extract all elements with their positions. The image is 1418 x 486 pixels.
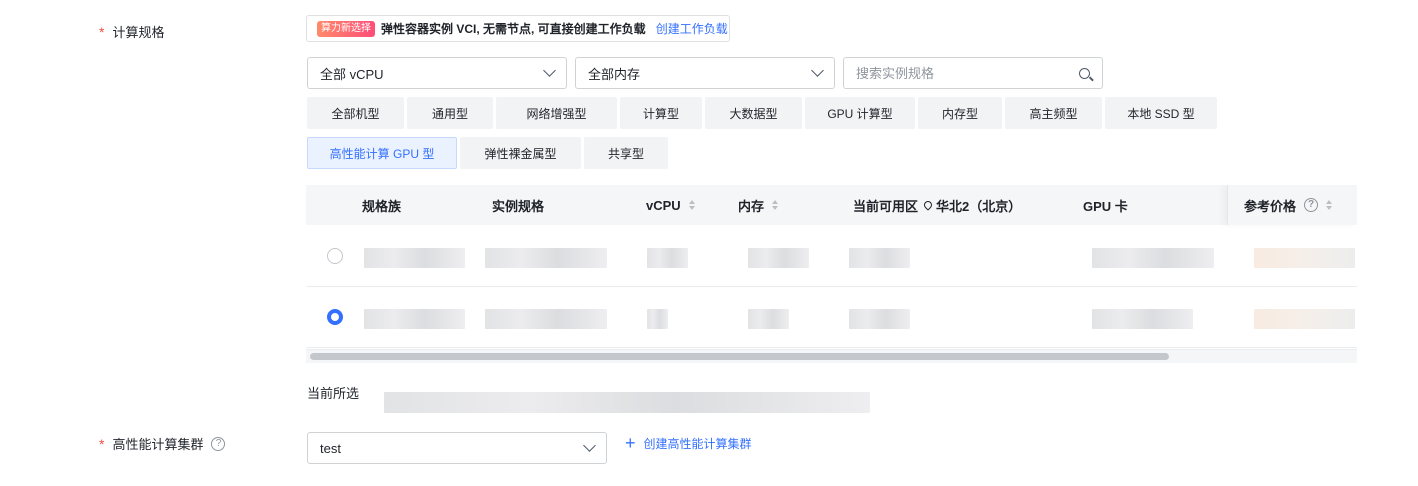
col-price-label: 参考价格 <box>1244 198 1297 214</box>
col-family: 规格族 <box>362 185 401 225</box>
memory-select[interactable]: 全部内存 <box>575 57 835 89</box>
hpc-cluster-select[interactable]: test <box>307 432 607 464</box>
col-zone-value: 华北2（北京） <box>936 198 1022 214</box>
redacted-family <box>364 248 465 268</box>
search-icon[interactable] <box>1079 67 1090 79</box>
chip-compute[interactable]: 计算型 <box>620 97 702 129</box>
memory-select-value: 全部内存 <box>588 66 641 82</box>
col-zone: 当前可用区 华北2（北京） <box>853 185 1021 225</box>
col-vcpu-label: vCPU <box>646 197 681 213</box>
scrollbar-thumb[interactable] <box>310 353 1169 360</box>
vci-promo-banner: 算力新选择 弹性容器实例 VCI, 无需节点, 可直接创建工作负载 创建工作负载 <box>306 15 730 42</box>
chip-hpc-gpu[interactable]: 高性能计算 GPU 型 <box>307 137 457 169</box>
col-family-label: 规格族 <box>362 198 402 214</box>
instance-type-chips-row2: 高性能计算 GPU 型 弹性裸金属型 共享型 <box>307 137 668 169</box>
compute-spec-label-text: 计算规格 <box>112 25 165 40</box>
chip-bigdata[interactable]: 大数据型 <box>705 97 802 129</box>
row-radio-selected[interactable] <box>327 309 343 325</box>
redacted-zone <box>849 248 910 268</box>
redacted-price <box>1254 309 1355 329</box>
redacted-gpu <box>1092 309 1193 329</box>
sort-icon[interactable] <box>688 200 695 210</box>
table-row[interactable] <box>306 287 1357 348</box>
chip-local-ssd[interactable]: 本地 SSD 型 <box>1105 97 1217 129</box>
sort-icon[interactable] <box>1326 200 1333 210</box>
redacted-vcpu <box>647 309 668 329</box>
create-hpc-cluster-label: 创建高性能计算集群 <box>643 436 752 451</box>
redacted-memory <box>748 309 789 329</box>
promo-badge: 算力新选择 <box>317 20 375 37</box>
table-header: 规格族 实例规格 vCPU 内存 当前可用区 华北2（北京） GPU 卡 参考价… <box>306 185 1357 225</box>
redacted-memory <box>748 248 809 268</box>
col-spec: 实例规格 <box>492 185 544 225</box>
plus-icon: + <box>625 433 636 453</box>
redacted-vcpu <box>647 248 688 268</box>
compute-spec-label: * 计算规格 <box>99 22 164 41</box>
hpc-cluster-label: * 高性能计算集群 ? <box>99 434 226 453</box>
col-vcpu[interactable]: vCPU <box>646 185 695 225</box>
hpc-cluster-label-text: 高性能计算集群 <box>112 437 204 452</box>
sort-icon[interactable] <box>772 200 779 210</box>
redacted-current-selection <box>384 392 870 413</box>
col-memory-label: 内存 <box>738 198 765 214</box>
col-spec-label: 实例规格 <box>492 198 545 214</box>
table-row[interactable] <box>306 226 1357 287</box>
help-icon[interactable]: ? <box>1304 198 1319 212</box>
vcpu-select[interactable]: 全部 vCPU <box>307 57 567 89</box>
create-workload-link[interactable]: 创建工作负载 <box>656 20 728 37</box>
row-radio[interactable] <box>327 248 343 264</box>
chip-gpu[interactable]: GPU 计算型 <box>805 97 915 129</box>
help-icon[interactable]: ? <box>211 436 226 451</box>
create-hpc-cluster-link[interactable]: + 创建高性能计算集群 <box>625 434 752 452</box>
chip-shared[interactable]: 共享型 <box>584 137 668 169</box>
col-price[interactable]: 参考价格 ? <box>1227 185 1357 225</box>
col-gpu: GPU 卡 <box>1083 185 1128 225</box>
chevron-down-icon <box>543 64 556 77</box>
required-mark: * <box>99 23 105 40</box>
chevron-down-icon <box>811 64 824 77</box>
horizontal-scrollbar[interactable] <box>306 349 1357 363</box>
instance-spec-table: 规格族 实例规格 vCPU 内存 当前可用区 华北2（北京） GPU 卡 参考价… <box>306 185 1357 363</box>
location-pin-icon <box>922 199 934 211</box>
promo-text: 弹性容器实例 VCI, 无需节点, 可直接创建工作负载 <box>381 22 646 36</box>
chevron-down-icon <box>583 439 596 452</box>
redacted-zone <box>849 309 910 329</box>
instance-type-chips: 全部机型 通用型 网络增强型 计算型 大数据型 GPU 计算型 内存型 高主频型… <box>307 97 1217 129</box>
col-memory[interactable]: 内存 <box>738 185 779 225</box>
redacted-price <box>1254 248 1355 268</box>
spec-search-input[interactable] <box>856 65 1056 81</box>
chip-high-freq[interactable]: 高主频型 <box>1005 97 1102 129</box>
chip-memory[interactable]: 内存型 <box>918 97 1002 129</box>
redacted-spec <box>485 248 607 268</box>
vcpu-select-value: 全部 vCPU <box>320 66 384 82</box>
col-zone-label: 当前可用区 <box>853 198 919 214</box>
redacted-spec <box>485 309 607 329</box>
col-gpu-label: GPU 卡 <box>1083 198 1128 214</box>
required-mark: * <box>99 435 105 452</box>
chip-all[interactable]: 全部机型 <box>307 97 404 129</box>
redacted-family <box>364 309 465 329</box>
spec-search <box>843 57 1103 89</box>
chip-network[interactable]: 网络增强型 <box>496 97 617 129</box>
hpc-cluster-select-value: test <box>320 440 341 456</box>
chip-bare-metal[interactable]: 弹性裸金属型 <box>460 137 581 169</box>
current-selection-label: 当前所选 <box>307 386 360 401</box>
chip-general[interactable]: 通用型 <box>407 97 493 129</box>
redacted-gpu <box>1092 248 1214 268</box>
